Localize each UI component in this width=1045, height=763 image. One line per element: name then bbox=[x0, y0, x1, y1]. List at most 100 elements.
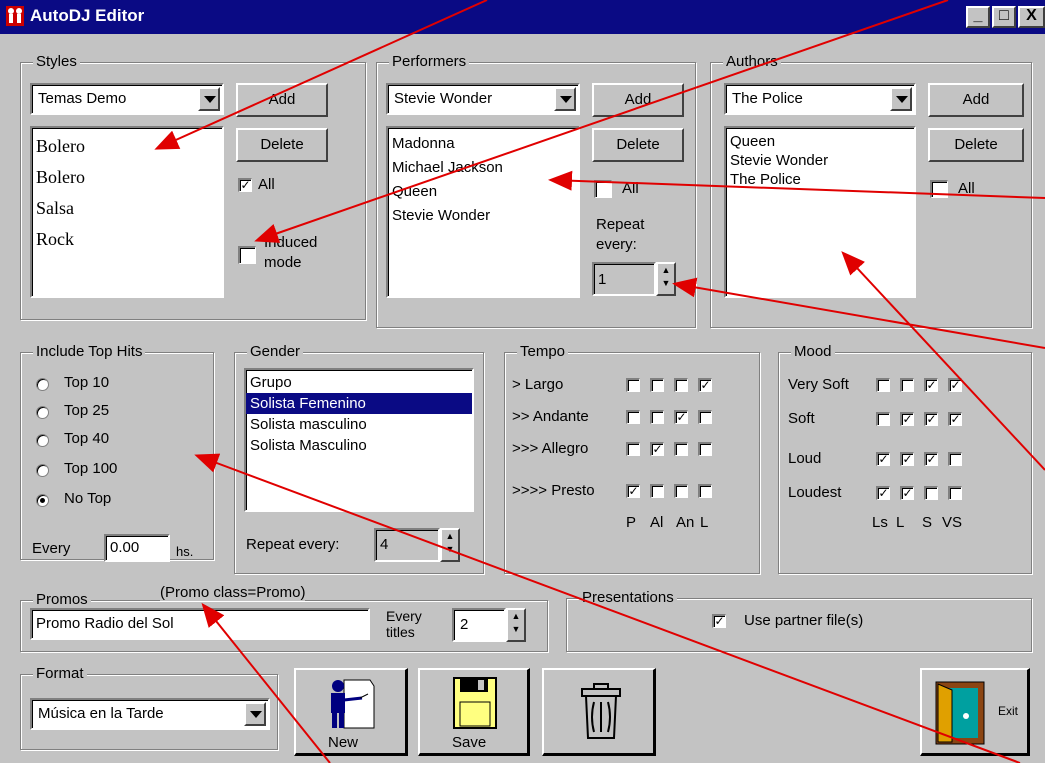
performers-delete-button[interactable]: Delete bbox=[592, 128, 684, 162]
tempo-checkbox[interactable]: ✓ bbox=[674, 410, 688, 424]
authors-delete-button[interactable]: Delete bbox=[928, 128, 1024, 162]
every-hours-input[interactable]: 0.00 bbox=[104, 534, 170, 562]
authors-all-checkbox[interactable] bbox=[930, 180, 948, 198]
styles-add-button[interactable]: Add bbox=[236, 83, 328, 117]
styles-combo-value: Temas Demo bbox=[38, 90, 127, 107]
tempo-checkbox[interactable] bbox=[626, 410, 640, 424]
mood-checkbox[interactable] bbox=[948, 452, 962, 466]
list-item[interactable]: Bolero bbox=[32, 131, 222, 162]
list-item[interactable]: Stevie Wonder bbox=[726, 151, 914, 170]
tempo-checkbox[interactable]: ✓ bbox=[698, 378, 712, 392]
mood-checkbox[interactable] bbox=[876, 412, 890, 426]
list-item[interactable]: Michael Jackson bbox=[388, 156, 578, 180]
chevron-down-icon[interactable] bbox=[198, 87, 220, 111]
top-hits-option-label: No Top bbox=[64, 490, 112, 507]
mood-checkbox[interactable]: ✓ bbox=[924, 378, 938, 392]
authors-list[interactable]: Queen Stevie Wonder The Police bbox=[724, 126, 916, 298]
mood-checkbox[interactable]: ✓ bbox=[900, 486, 914, 500]
performers-add-button[interactable]: Add bbox=[592, 83, 684, 117]
tempo-checkbox[interactable] bbox=[698, 410, 712, 424]
mood-checkbox[interactable]: ✓ bbox=[876, 486, 890, 500]
spin-down-icon[interactable]: ▼ bbox=[508, 624, 524, 639]
mood-row-label: Loudest bbox=[788, 484, 842, 501]
performers-combo[interactable]: Stevie Wonder bbox=[386, 83, 580, 115]
promo-every-input[interactable]: 2 bbox=[452, 608, 506, 642]
authors-add-button[interactable]: Add bbox=[928, 83, 1024, 117]
mood-checkbox[interactable]: ✓ bbox=[924, 452, 938, 466]
tempo-row-label: >>>> Presto bbox=[512, 482, 595, 499]
tempo-checkbox[interactable] bbox=[650, 378, 664, 392]
top-hits-radio[interactable] bbox=[36, 406, 49, 419]
mood-checkbox[interactable]: ✓ bbox=[924, 412, 938, 426]
promo-every-spinner[interactable]: ▲ ▼ bbox=[506, 608, 526, 642]
chevron-down-icon[interactable] bbox=[244, 702, 266, 726]
performers-repeat-input[interactable]: 1 bbox=[592, 262, 656, 296]
tempo-column-label: L bbox=[700, 514, 709, 531]
list-item[interactable]: Salsa bbox=[32, 193, 222, 224]
list-item[interactable]: The Police bbox=[726, 170, 914, 189]
new-button[interactable]: New bbox=[294, 668, 408, 756]
tempo-checkbox[interactable] bbox=[698, 442, 712, 456]
list-item[interactable]: Rock bbox=[32, 224, 222, 255]
minimize-button[interactable]: _ bbox=[966, 6, 990, 28]
styles-delete-button[interactable]: Delete bbox=[236, 128, 328, 162]
tempo-checkbox[interactable] bbox=[626, 442, 640, 456]
top-hits-radio[interactable] bbox=[36, 378, 49, 391]
list-item[interactable]: Queen bbox=[726, 132, 914, 151]
tempo-checkbox[interactable] bbox=[674, 484, 688, 498]
spin-down-icon[interactable]: ▼ bbox=[442, 544, 458, 559]
tempo-checkbox[interactable] bbox=[698, 484, 712, 498]
promo-input[interactable]: Promo Radio del Sol bbox=[30, 608, 370, 640]
styles-combo[interactable]: Temas Demo bbox=[30, 83, 224, 115]
mood-checkbox[interactable] bbox=[924, 486, 938, 500]
save-button[interactable]: Save bbox=[418, 668, 530, 756]
mood-checkbox[interactable]: ✓ bbox=[876, 452, 890, 466]
list-item[interactable]: Grupo bbox=[246, 372, 472, 393]
title-bar[interactable]: AutoDJ Editor _ □ X bbox=[0, 0, 1045, 34]
mood-checkbox[interactable]: ✓ bbox=[948, 378, 962, 392]
list-item[interactable]: Stevie Wonder bbox=[388, 204, 578, 228]
use-partner-checkbox[interactable]: ✓ bbox=[712, 614, 726, 628]
list-item[interactable]: Solista Masculino bbox=[246, 435, 472, 456]
top-hits-radio[interactable] bbox=[36, 464, 49, 477]
list-item[interactable]: Madonna bbox=[388, 132, 578, 156]
mood-checkbox[interactable] bbox=[900, 378, 914, 392]
list-item[interactable]: Bolero bbox=[32, 162, 222, 193]
performers-all-checkbox[interactable] bbox=[594, 180, 612, 198]
list-item[interactable]: Solista masculino bbox=[246, 414, 472, 435]
tempo-checkbox[interactable]: ✓ bbox=[650, 442, 664, 456]
mood-checkbox[interactable]: ✓ bbox=[900, 412, 914, 426]
list-item-selected[interactable]: Solista Femenino bbox=[246, 393, 472, 414]
performers-repeat-spinner[interactable]: ▲ ▼ bbox=[656, 262, 676, 296]
chevron-down-icon[interactable] bbox=[554, 87, 576, 111]
mood-checkbox[interactable] bbox=[876, 378, 890, 392]
exit-button[interactable]: Exit bbox=[920, 668, 1030, 756]
gender-list[interactable]: Grupo Solista Femenino Solista masculino… bbox=[244, 368, 474, 512]
list-item[interactable]: Queen bbox=[388, 180, 578, 204]
tempo-checkbox[interactable] bbox=[674, 378, 688, 392]
tempo-checkbox[interactable] bbox=[650, 484, 664, 498]
tempo-checkbox[interactable] bbox=[650, 410, 664, 424]
format-combo[interactable]: Música en la Tarde bbox=[30, 698, 270, 730]
performers-list[interactable]: Madonna Michael Jackson Queen Stevie Won… bbox=[386, 126, 580, 298]
induced-mode-checkbox[interactable] bbox=[238, 246, 256, 264]
mood-checkbox[interactable]: ✓ bbox=[948, 412, 962, 426]
authors-combo[interactable]: The Police bbox=[724, 83, 916, 115]
gender-repeat-input[interactable]: 4 bbox=[374, 528, 440, 562]
maximize-button[interactable]: □ bbox=[992, 6, 1016, 28]
gender-repeat-spinner[interactable]: ▲ ▼ bbox=[440, 528, 460, 562]
mood-checkbox[interactable] bbox=[948, 486, 962, 500]
tempo-checkbox[interactable] bbox=[626, 378, 640, 392]
tempo-checkbox[interactable]: ✓ bbox=[626, 484, 640, 498]
delete-trash-button[interactable] bbox=[542, 668, 656, 756]
mood-checkbox[interactable]: ✓ bbox=[900, 452, 914, 466]
close-button[interactable]: X bbox=[1018, 6, 1045, 28]
top-hits-radio[interactable] bbox=[36, 494, 49, 507]
top-hits-radio[interactable] bbox=[36, 434, 49, 447]
tempo-column-label: An bbox=[676, 514, 695, 531]
spin-down-icon[interactable]: ▼ bbox=[658, 278, 674, 293]
tempo-checkbox[interactable] bbox=[674, 442, 688, 456]
chevron-down-icon[interactable] bbox=[890, 87, 912, 111]
styles-list[interactable]: Bolero Bolero Salsa Rock bbox=[30, 126, 224, 298]
styles-all-checkbox[interactable]: ✓ bbox=[238, 178, 252, 192]
